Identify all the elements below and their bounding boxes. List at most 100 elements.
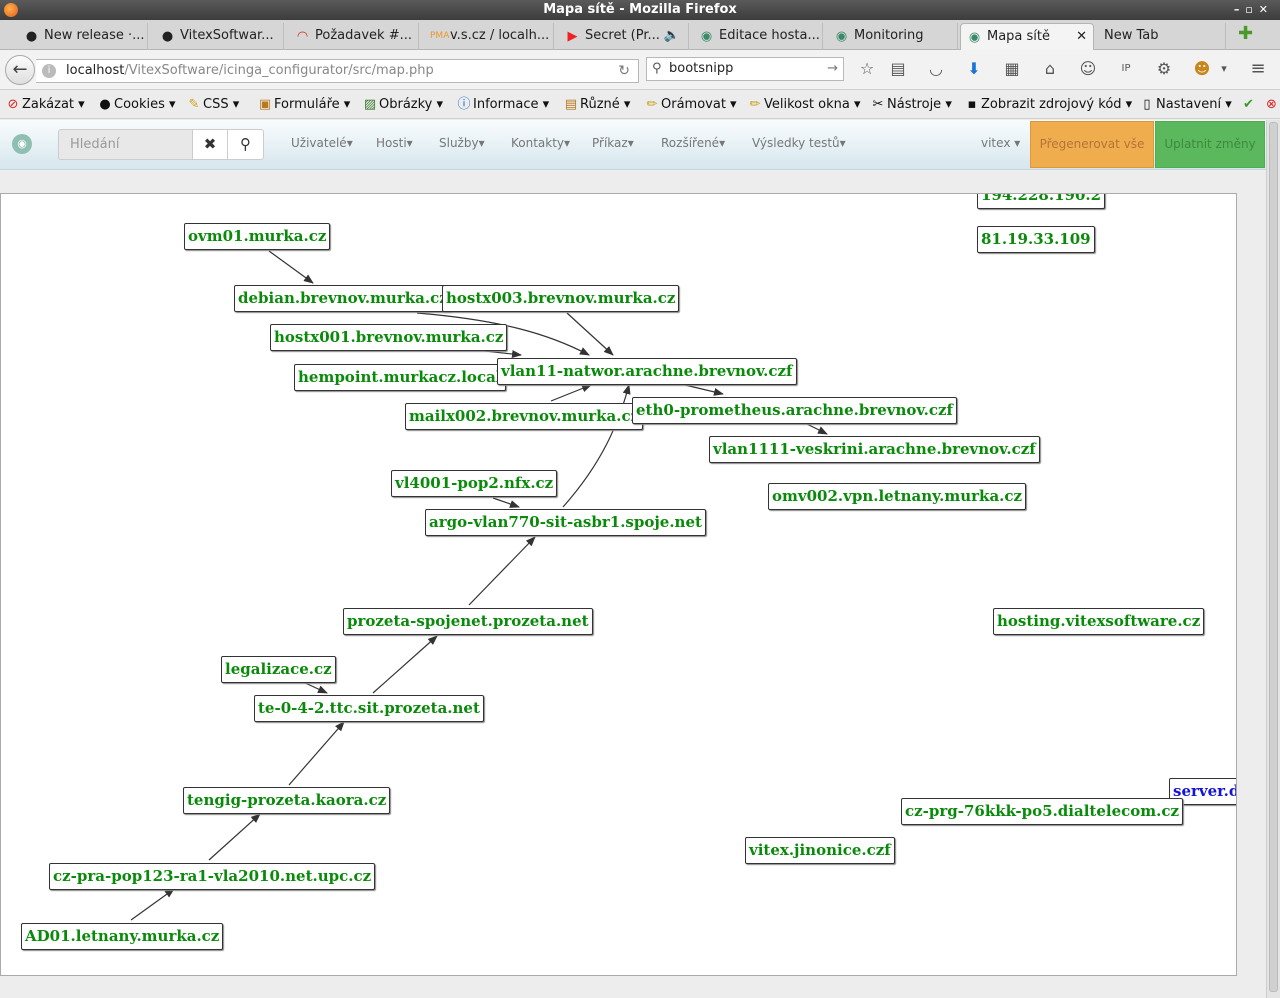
menu-vysledky-testu[interactable]: Výsledky testů▾ bbox=[752, 136, 846, 150]
map-node[interactable]: 81.19.33.109 bbox=[977, 226, 1095, 253]
menu-rozsirene[interactable]: Rozšířené▾ bbox=[661, 136, 725, 150]
window-controls[interactable]: –▫✕ bbox=[1234, 0, 1274, 20]
ip-icon[interactable]: IP bbox=[1115, 58, 1137, 80]
tab-editace-hosta[interactable]: ◉ Editace hosta... bbox=[693, 23, 823, 50]
menu-uzivatele[interactable]: Uživatelé▾ bbox=[291, 136, 353, 150]
map-node[interactable]: omv002.vpn.letnany.murka.cz bbox=[768, 483, 1027, 510]
pocket-icon[interactable]: ◡ bbox=[925, 58, 947, 80]
menu-prikaz[interactable]: Příkaz▾ bbox=[592, 136, 634, 150]
reading-list-icon[interactable]: ▤ bbox=[887, 58, 909, 80]
map-node[interactable]: hempoint.murkacz.local bbox=[294, 364, 506, 391]
hamburger-menu-icon[interactable]: ≡ bbox=[1247, 58, 1269, 80]
greasemonkey-icon[interactable]: ☻ bbox=[1191, 58, 1213, 80]
tab-label: Editace hosta... bbox=[719, 28, 820, 43]
forms-icon: ▣ bbox=[258, 97, 272, 112]
map-node[interactable]: vl4001-pop2.nfx.cz bbox=[391, 470, 558, 497]
map-node[interactable]: vlan11-natwor.arachne.brevnov.czf bbox=[497, 358, 797, 385]
toolbar-item-ruzne[interactable]: ▤ Různé ▾ bbox=[564, 96, 631, 114]
menu-hosti[interactable]: Hosti▾ bbox=[376, 136, 413, 150]
toolbar-item-css[interactable]: ✎ CSS ▾ bbox=[187, 96, 240, 114]
app-search-button[interactable]: ⚲ bbox=[227, 129, 264, 160]
map-node[interactable]: vitex.jinonice.czf bbox=[745, 837, 895, 864]
speaker-icon[interactable]: 🔈 bbox=[664, 23, 680, 48]
regenerate-all-button[interactable]: Přegenerovat vše bbox=[1030, 121, 1154, 168]
bookmark-star-icon[interactable]: ☆ bbox=[856, 58, 878, 80]
app-search-input[interactable]: Hledání bbox=[58, 129, 193, 160]
tab-monitoring[interactable]: ◉ Monitoring bbox=[828, 23, 958, 50]
menu-sluzby[interactable]: Služby▾ bbox=[439, 136, 485, 150]
tab-new-tab[interactable]: New Tab bbox=[1096, 23, 1226, 50]
source-icon: ▪ bbox=[967, 97, 977, 112]
toolbar-item-nastaveni[interactable]: ▯ Nastavení ▾ bbox=[1140, 96, 1231, 114]
clear-search-button[interactable]: ✖ bbox=[192, 129, 228, 160]
map-node[interactable]: cz-prg-76kkk-po5.dialtelecom.cz bbox=[901, 798, 1184, 825]
tab-pozadavek[interactable]: ◠ Požadavek #... bbox=[289, 23, 419, 50]
tab-phpmyadmin[interactable]: PMA v.s.cz / localh... bbox=[424, 23, 554, 50]
map-node[interactable]: legalizace.cz bbox=[221, 656, 336, 683]
toolbar-item-velikost-okna[interactable]: ✏ Velikost okna ▾ bbox=[748, 96, 861, 114]
close-tab-icon[interactable]: ✕ bbox=[1076, 24, 1087, 49]
toolbar-item-label: CSS bbox=[203, 97, 229, 112]
menu-label: Výsledky testů bbox=[752, 136, 840, 150]
map-node[interactable]: hosting.vitexsoftware.cz bbox=[993, 608, 1205, 635]
map-node[interactable]: AD01.letnany.murka.cz bbox=[21, 923, 224, 950]
library-icon[interactable]: ▦ bbox=[1001, 58, 1023, 80]
user-menu[interactable]: vitex ▾ bbox=[981, 136, 1020, 150]
scrollbar-thumb[interactable] bbox=[1269, 122, 1278, 992]
edge-prozeta-argo bbox=[468, 536, 536, 606]
validate-error-icon[interactable]: ⊗ bbox=[1266, 96, 1277, 114]
map-node[interactable]: debian.brevnov.murka.cz bbox=[234, 285, 452, 312]
reload-icon[interactable]: ↻ bbox=[618, 60, 630, 82]
menu-kontakty[interactable]: Kontakty▾ bbox=[511, 136, 570, 150]
site-info-icon[interactable]: i bbox=[42, 64, 56, 78]
tab-vitexsoftware[interactable]: ● VitexSoftwar... bbox=[154, 23, 284, 50]
icinga-icon: ◉ bbox=[835, 29, 848, 44]
edge-czpra-tengig bbox=[208, 813, 261, 861]
back-button[interactable]: ← bbox=[5, 55, 35, 85]
apply-changes-button[interactable]: Uplatnit změny bbox=[1155, 121, 1265, 168]
network-map[interactable]: 194.228.190.2 81.19.33.109 ovm01.murka.c… bbox=[0, 193, 1237, 976]
toolbar-item-zakazat[interactable]: ⊘ Zakázat ▾ bbox=[6, 96, 85, 114]
app-logo-icon[interactable]: ◉ bbox=[12, 134, 32, 154]
toolbar-item-zdrojovy-kod[interactable]: ▪ Zobrazit zdrojový kód ▾ bbox=[965, 96, 1133, 114]
menu-label: Hosti bbox=[376, 136, 407, 150]
map-node[interactable]: cz-pra-pop123-ra1-vla2010.net.upc.cz bbox=[49, 863, 376, 890]
url-bar[interactable]: i localhost/VitexSoftware/icinga_configu… bbox=[36, 59, 639, 83]
toolbar-item-nastroje[interactable]: ✂ Nástroje ▾ bbox=[871, 96, 952, 114]
menu-label: Kontakty bbox=[511, 136, 565, 150]
chevron-down-icon[interactable]: ▾ bbox=[1213, 58, 1235, 80]
toolbar-item-cookies[interactable]: ● Cookies ▾ bbox=[98, 96, 175, 114]
map-node[interactable]: hostx003.brevnov.murka.cz bbox=[442, 285, 680, 312]
map-node[interactable]: hostx001.brevnov.murka.cz bbox=[270, 324, 508, 351]
search-go-icon[interactable]: → bbox=[827, 58, 838, 80]
browser-search-input[interactable]: ⚲ bootsnipp → bbox=[646, 57, 844, 81]
validate-ok-icon[interactable]: ✔ bbox=[1243, 96, 1254, 114]
toolbar-item-formulare[interactable]: ▣ Formuláře ▾ bbox=[258, 96, 350, 114]
resize-icon: ✏ bbox=[749, 97, 761, 112]
toolbar-item-informace[interactable]: ⓘ Informace ▾ bbox=[457, 96, 549, 114]
map-node[interactable]: 194.228.190.2 bbox=[977, 194, 1106, 209]
tab-secret[interactable]: ▶ Secret (Pr... 🔈 bbox=[559, 23, 689, 50]
map-node[interactable]: tengig-prozeta.kaora.cz bbox=[183, 787, 391, 814]
map-node[interactable]: eth0-prometheus.arachne.brevnov.czf bbox=[632, 397, 957, 424]
toolbar-item-obrazky[interactable]: ▨ Obrázky ▾ bbox=[363, 96, 443, 114]
map-node[interactable]: mailx002.brevnov.murka.cz bbox=[405, 403, 644, 430]
new-tab-button[interactable]: ✚ bbox=[1238, 25, 1256, 43]
page-scrollbar[interactable] bbox=[1266, 120, 1280, 998]
tab-new-release[interactable]: ● New release ·... bbox=[18, 23, 148, 50]
cookies-icon: ● bbox=[99, 97, 111, 112]
home-icon[interactable]: ⌂ bbox=[1039, 58, 1061, 80]
menu-label: Příkaz bbox=[592, 136, 628, 150]
map-node[interactable]: argo-vlan770-sit-asbr1.spoje.net bbox=[425, 509, 706, 536]
toolbar-item-label: Různé bbox=[580, 97, 620, 112]
map-node[interactable]: te-0-4-2.ttc.sit.prozeta.net bbox=[254, 695, 484, 722]
edge-vlan11-eth0 bbox=[684, 384, 724, 396]
map-node[interactable]: prozeta-spojenet.prozeta.net bbox=[343, 608, 593, 635]
toolbar-item-oramovat[interactable]: ✏ Orámovat ▾ bbox=[645, 96, 737, 114]
extension-icon[interactable]: ⚙ bbox=[1153, 58, 1175, 80]
map-node[interactable]: vlan1111-veskrini.arachne.brevnov.czf bbox=[709, 436, 1040, 463]
chat-icon[interactable]: ☺ bbox=[1077, 58, 1099, 80]
map-node[interactable]: ovm01.murka.cz bbox=[184, 223, 331, 250]
tab-mapa-site[interactable]: ◉ Mapa sítě ✕ bbox=[960, 23, 1094, 50]
downloads-icon[interactable]: ⬇ bbox=[963, 58, 985, 80]
